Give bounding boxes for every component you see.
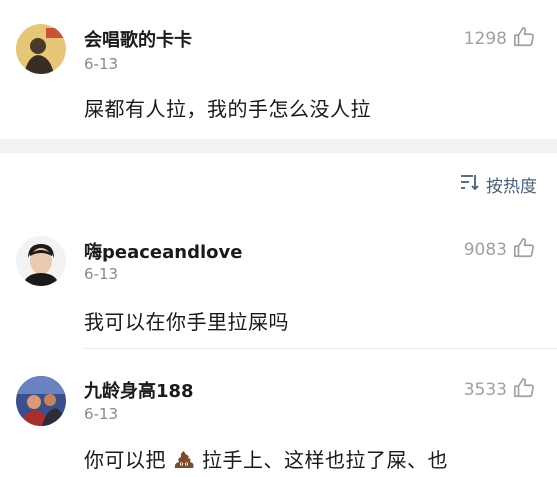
comment-date: 6-13: [84, 405, 119, 423]
username[interactable]: 九龄身高188: [84, 377, 194, 403]
like-button[interactable]: 3533: [464, 377, 535, 403]
like-count: 3533: [463, 380, 507, 400]
comment-text-before: 你可以把: [84, 448, 166, 472]
thumbs-up-icon: [513, 377, 535, 403]
sort-icon: [460, 173, 480, 196]
like-count: 1298: [463, 29, 507, 49]
thumbs-up-icon: [513, 237, 535, 263]
comment-date: 6-13: [84, 265, 119, 283]
comment-text: 屎都有人拉，我的手怎么没人拉: [84, 97, 371, 121]
comment-date: 6-13: [84, 55, 119, 73]
sort-label: 按热度: [486, 177, 537, 197]
poop-emoji-icon: [172, 447, 196, 476]
like-button[interactable]: 9083: [464, 237, 535, 263]
avatar[interactable]: [16, 376, 66, 426]
comment-text: 你可以把 拉手上、这样也拉了屎、也: [84, 444, 448, 476]
username[interactable]: 会唱歌的卡卡: [84, 26, 192, 52]
like-count: 9083: [463, 240, 507, 260]
comment-divider: [84, 348, 557, 349]
avatar[interactable]: [16, 24, 66, 74]
section-divider: [0, 139, 557, 153]
username[interactable]: 嗨peaceandlove: [84, 238, 242, 264]
like-button[interactable]: 1298: [464, 26, 535, 52]
comment-text: 我可以在你手里拉屎吗: [84, 310, 289, 334]
comment-text-after: 拉手上、这样也拉了屎、也: [202, 448, 448, 472]
thumbs-up-icon: [513, 26, 535, 52]
sort-by-hot-button[interactable]: 按热度: [460, 172, 537, 197]
avatar[interactable]: [16, 236, 66, 286]
